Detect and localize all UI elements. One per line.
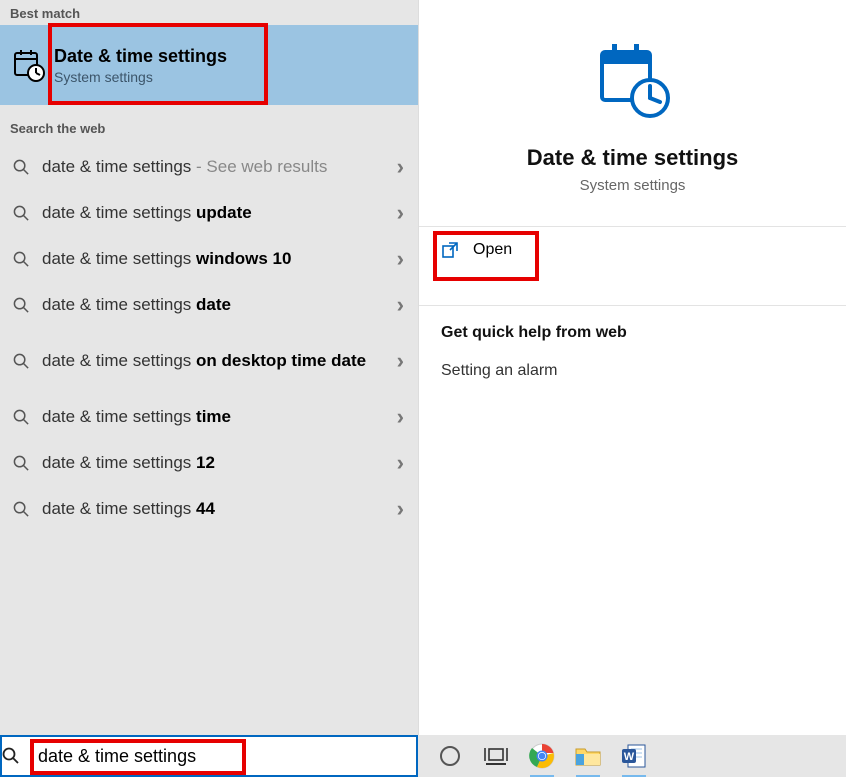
search-results-panel: Best match Date & time settings System s… bbox=[0, 0, 418, 735]
open-external-icon bbox=[441, 241, 459, 259]
search-icon bbox=[10, 159, 32, 176]
detail-title: Date & time settings bbox=[419, 145, 846, 171]
search-icon bbox=[10, 353, 32, 370]
web-result-text: date & time settings windows 10 bbox=[42, 248, 397, 269]
search-bar[interactable] bbox=[0, 735, 418, 777]
search-icon bbox=[10, 501, 32, 518]
web-result-text: date & time settings time bbox=[42, 406, 397, 427]
search-web-header: Search the web bbox=[0, 115, 418, 140]
best-match-subtitle: System settings bbox=[54, 69, 408, 85]
search-icon bbox=[10, 455, 32, 472]
detail-panel: Date & time settings System settings Ope… bbox=[418, 0, 846, 735]
word-icon[interactable]: W bbox=[620, 742, 648, 770]
task-view-icon[interactable] bbox=[482, 742, 510, 770]
web-result-text: date & time settings on desktop time dat… bbox=[42, 350, 397, 371]
chevron-right-icon: › bbox=[397, 246, 404, 272]
web-result-item[interactable]: date & time settings update› bbox=[0, 190, 418, 236]
best-match-title: Date & time settings bbox=[54, 46, 408, 67]
web-result-text: date & time settings update bbox=[42, 202, 397, 223]
chevron-right-icon: › bbox=[397, 348, 404, 374]
web-result-item[interactable]: date & time settings 12› bbox=[0, 440, 418, 486]
open-label: Open bbox=[473, 241, 512, 259]
chevron-right-icon: › bbox=[397, 404, 404, 430]
best-match-header: Best match bbox=[0, 0, 418, 25]
search-icon bbox=[10, 251, 32, 268]
web-result-text: date & time settings date bbox=[42, 294, 397, 315]
chevron-right-icon: › bbox=[397, 292, 404, 318]
file-explorer-icon[interactable] bbox=[574, 742, 602, 770]
chrome-icon[interactable] bbox=[528, 742, 556, 770]
web-result-item[interactable]: date & time settings on desktop time dat… bbox=[0, 328, 418, 394]
web-result-item[interactable]: date & time settings 44› bbox=[0, 486, 418, 532]
svg-text:W: W bbox=[624, 751, 635, 763]
chevron-right-icon: › bbox=[397, 200, 404, 226]
web-result-item[interactable]: date & time settings windows 10› bbox=[0, 236, 418, 282]
search-icon bbox=[2, 747, 38, 765]
web-result-item[interactable]: date & time settings - See web results› bbox=[0, 144, 418, 190]
quick-help-header: Get quick help from web bbox=[441, 324, 824, 342]
search-icon bbox=[10, 205, 32, 222]
web-results-list: date & time settings - See web results›d… bbox=[0, 140, 418, 532]
web-result-text: date & time settings - See web results bbox=[42, 156, 397, 177]
web-result-text: date & time settings 44 bbox=[42, 498, 397, 519]
chevron-right-icon: › bbox=[397, 154, 404, 180]
cortana-icon[interactable] bbox=[436, 742, 464, 770]
chevron-right-icon: › bbox=[397, 496, 404, 522]
taskbar: W bbox=[418, 735, 846, 777]
web-result-item[interactable]: date & time settings time› bbox=[0, 394, 418, 440]
best-match-result[interactable]: Date & time settings System settings bbox=[0, 25, 418, 105]
web-result-text: date & time settings 12 bbox=[42, 452, 397, 473]
help-link-setting-alarm[interactable]: Setting an alarm bbox=[441, 362, 824, 380]
calendar-clock-large-icon bbox=[590, 38, 676, 124]
open-button[interactable]: Open bbox=[419, 227, 846, 273]
detail-subtitle: System settings bbox=[419, 177, 846, 194]
calendar-clock-icon bbox=[10, 46, 48, 84]
search-input[interactable] bbox=[38, 737, 416, 775]
search-icon bbox=[10, 297, 32, 314]
chevron-right-icon: › bbox=[397, 450, 404, 476]
web-result-item[interactable]: date & time settings date› bbox=[0, 282, 418, 328]
search-icon bbox=[10, 409, 32, 426]
